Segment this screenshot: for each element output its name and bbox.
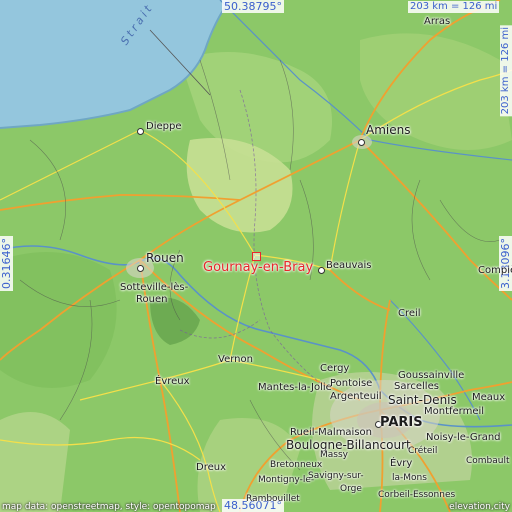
place-compiegne: Compiè [478,265,512,276]
place-corbeil: Corbeil-Essonnes [378,490,456,500]
place-rueil: Rueil-Malmaison [290,427,373,438]
place-pontoise: Pontoise [330,378,373,389]
place-saint-denis: Saint-Denis [388,393,457,407]
place-combault: Combault [466,456,510,466]
north-coordinate: 50.38795° [222,0,284,13]
place-evry: Évry [390,458,413,469]
place-mantes: Mantes-la-Jolie [258,382,332,393]
place-sarcelles: Sarcelles [394,381,439,392]
city-dot-amiens [358,139,365,146]
place-rouen-secondary: Rouen [136,294,168,305]
attribution-left: map data: openstreetmap, style: opentopo… [2,502,216,512]
place-boulogne: Boulogne-Billancourt [286,438,411,452]
place-evreux: Évreux [155,376,190,387]
map-view[interactable]: Strait of 50.38795° 48.56071° 0.31646° 3… [0,0,512,512]
place-orge: Orge [340,484,362,494]
place-creil: Creil [398,308,421,319]
place-la-mons: la-Mons [392,473,427,483]
place-meaux: Meaux [472,392,506,403]
place-massy: Massy [320,450,348,460]
scale-right: 203 km = 126 mi [500,25,512,117]
place-rambouillet: Rambouillet [246,494,300,504]
place-amiens: Amiens [366,123,411,137]
target-location-label: Gournay-en-Bray [203,260,314,275]
place-savigny: Savigny-sur- [308,471,364,481]
place-cergy: Cergy [320,363,350,374]
place-rouen: Rouen [146,251,184,265]
place-goussainville: Goussainville [398,370,465,381]
place-paris: PARIS [380,415,423,430]
place-beauvais: Beauvais [326,260,372,271]
attribution-right: elevation,city [449,502,510,512]
place-arras: Arras [424,16,451,27]
scale-top: 203 km = 126 mi [408,1,500,13]
place-dieppe: Dieppe [146,121,182,132]
place-bretonneux: Bretonneux [270,460,323,470]
place-creteil: Créteil [408,446,438,456]
city-dot-rouen [137,265,144,272]
place-noisy: Noisy-le-Grand [426,432,501,443]
place-dreux: Dreux [196,462,226,473]
place-montigny: Montigny-le- [258,475,315,485]
place-montfermeil: Montfermeil [424,406,485,417]
east-coordinate: 3.13096° [499,236,512,291]
place-sotteville: Sotteville-lès- [120,282,189,293]
place-argenteuil: Argenteuil [330,391,382,402]
city-dot-dieppe [137,128,144,135]
city-dot-beauvais [318,267,325,274]
place-vernon: Vernon [218,354,253,365]
west-coordinate: 0.31646° [0,236,13,291]
